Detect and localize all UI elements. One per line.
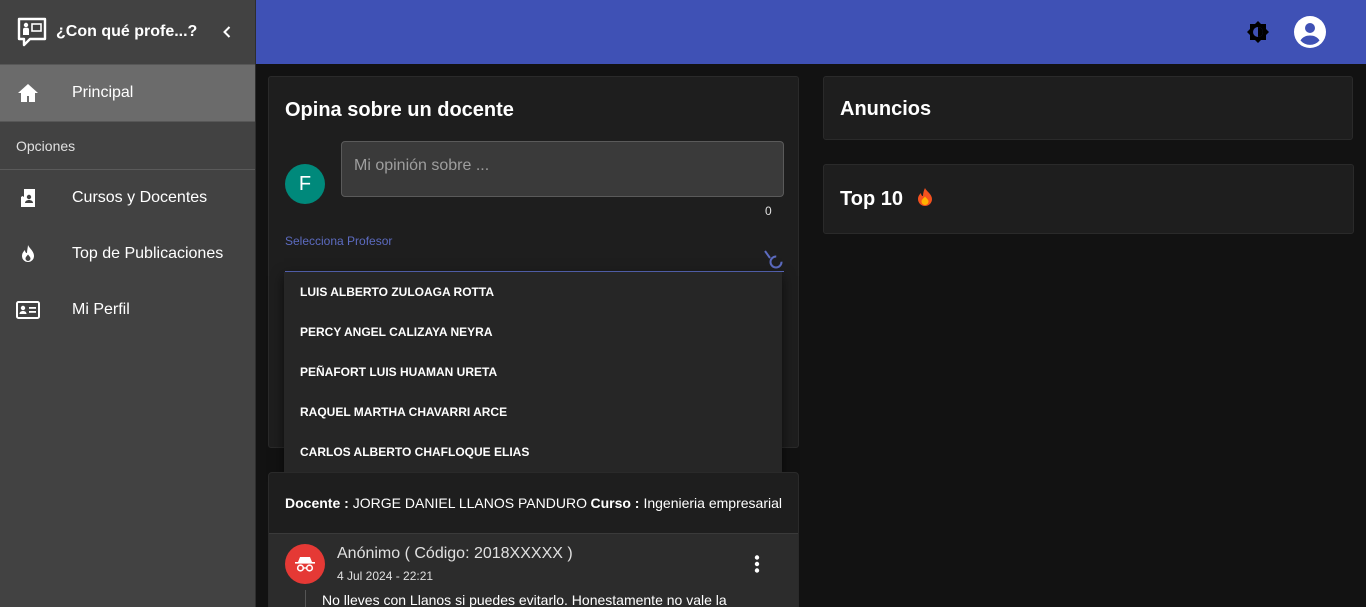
incognito-avatar — [285, 544, 325, 584]
divider — [305, 590, 306, 607]
user-avatar: F — [285, 164, 325, 204]
anuncios-title: Anuncios — [840, 98, 932, 120]
teacher-board-icon — [17, 17, 47, 47]
brightness-icon — [1247, 21, 1269, 43]
collapse-sidebar-button[interactable] — [215, 20, 239, 44]
top-app-bar — [256, 0, 1366, 64]
professor-dropdown: LUIS ALBERTO ZULOAGA ROTTA PERCY ANGEL C… — [284, 272, 782, 478]
docente-label: Docente : — [285, 495, 349, 511]
dropdown-option[interactable]: LUIS ALBERTO ZULOAGA ROTTA — [284, 272, 782, 312]
sidebar-item-label: Cursos y Docentes — [72, 189, 208, 206]
dropdown-option[interactable]: PEÑAFORT LUIS HUAMAN URETA — [284, 352, 782, 392]
opinion-card-title: Opina sobre un docente — [285, 99, 514, 121]
select-professor-label: Selecciona Profesor — [285, 234, 393, 248]
book-icon — [16, 186, 40, 210]
top10-title: Top 10 — [840, 188, 903, 210]
docente-name: JORGE DANIEL LLANOS PANDURO — [352, 495, 587, 511]
post-body: Anónimo ( Código: 2018XXXXX ) 4 Jul 2024… — [269, 534, 798, 607]
post-meta: Docente : JORGE DANIEL LLANOS PANDURO Cu… — [269, 473, 798, 534]
curso-name: Ingenieria empresarial — [643, 495, 782, 511]
sidebar-item-label: Top de Publicaciones — [72, 245, 224, 262]
sidebar-item-cursos[interactable]: Cursos y Docentes — [0, 170, 255, 226]
sidebar-section-label: Opciones — [0, 122, 255, 170]
chevron-left-icon — [223, 26, 231, 38]
account-button[interactable] — [1292, 14, 1328, 50]
sidebar-header: ¿Con qué profe...? — [0, 0, 255, 64]
top10-card: Top 10 — [823, 164, 1354, 234]
post-date: 4 Jul 2024 - 22:21 — [337, 569, 434, 583]
app-title: ¿Con qué profe...? — [56, 23, 198, 40]
sidebar-item-mi-perfil[interactable]: Mi Perfil — [0, 282, 255, 338]
account-circle-icon — [1294, 16, 1326, 48]
post-card: Docente : JORGE DANIEL LLANOS PANDURO Cu… — [268, 472, 799, 607]
more-options-button[interactable] — [750, 552, 764, 576]
more-vert-icon — [754, 555, 760, 573]
curso-label: Curso : — [590, 495, 640, 511]
fire-icon — [16, 242, 40, 266]
dropdown-option[interactable]: RAQUEL MARTHA CHAVARRI ARCE — [284, 392, 782, 432]
sidebar: ¿Con qué profe...? Principal Opciones Cu… — [0, 0, 256, 607]
character-counter: 0 — [765, 204, 772, 218]
theme-toggle-button[interactable] — [1240, 14, 1276, 50]
sidebar-item-label: Mi Perfil — [72, 301, 130, 318]
loading-spinner-icon — [762, 248, 784, 270]
opinion-input[interactable]: Mi opinión sobre ... — [341, 141, 784, 197]
dropdown-option[interactable]: CARLOS ALBERTO CHAFLOQUE ELIAS — [284, 432, 782, 472]
anuncios-card: Anuncios — [823, 76, 1353, 140]
sidebar-item-label: Principal — [72, 84, 134, 101]
sidebar-item-top-publicaciones[interactable]: Top de Publicaciones — [0, 226, 255, 282]
home-icon — [16, 81, 40, 105]
post-text: No lleves con Llanos si puedes evitarlo.… — [322, 592, 727, 607]
top10-header: Top 10 — [840, 187, 933, 211]
sidebar-item-principal[interactable]: Principal — [0, 64, 255, 122]
fire-emoji-icon — [917, 188, 932, 206]
dropdown-option[interactable]: PERCY ANGEL CALIZAYA NEYRA — [284, 312, 782, 352]
id-card-icon — [16, 298, 40, 322]
post-author: Anónimo ( Código: 2018XXXXX ) — [337, 545, 573, 562]
incognito-icon — [295, 557, 315, 572]
